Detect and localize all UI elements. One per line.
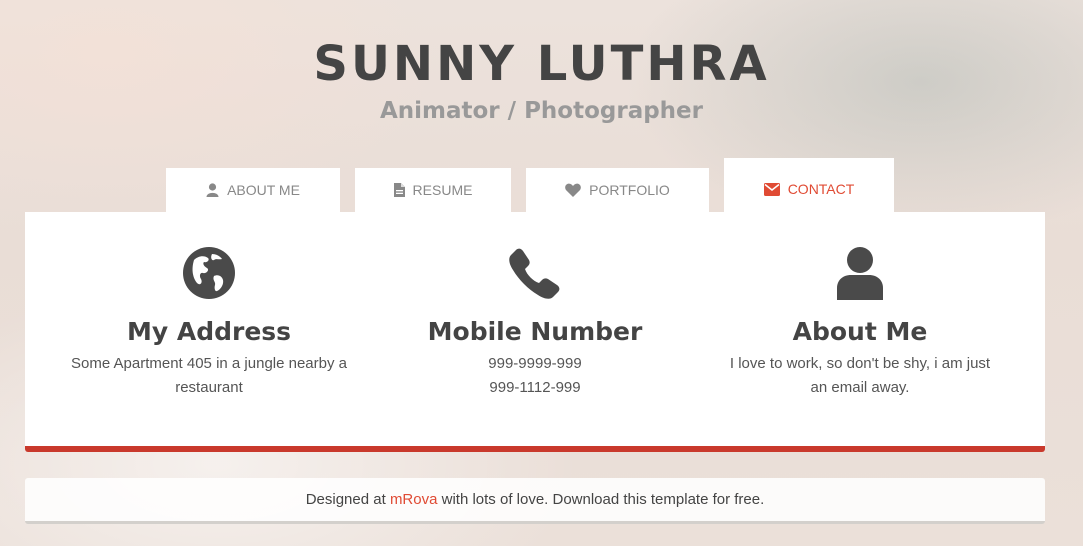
footer-text-before: Designed at: [305, 491, 390, 508]
about-text: I love to work, so don't be shy, i am ju…: [729, 355, 991, 396]
footer-text-after: with lots of love. Download this templat…: [437, 491, 765, 508]
address-heading: My Address: [126, 317, 292, 346]
tab-about-me[interactable]: ABOUT ME: [166, 168, 340, 212]
tab-label: ABOUT ME: [227, 182, 300, 198]
address-text: Some Apartment 405 in a jungle nearby a …: [70, 355, 347, 396]
tab-label: CONTACT: [787, 181, 855, 197]
tab-portfolio[interactable]: PORTFOLIO: [526, 168, 709, 212]
tab-label: RESUME: [412, 182, 473, 198]
phone-number[interactable]: 999-1112-999: [489, 379, 580, 396]
user-icon: [206, 183, 219, 197]
phone-icon: [365, 246, 705, 300]
site-subtitle: Animator / Photographer: [379, 98, 704, 124]
person-icon: [690, 246, 1030, 300]
globe-icon: [39, 246, 379, 300]
mobile-heading: Mobile Number: [427, 317, 643, 346]
tab-contact[interactable]: CONTACT: [724, 158, 894, 214]
envelope-icon: [763, 182, 780, 196]
mrova-link[interactable]: mRova: [390, 491, 438, 508]
phone-number[interactable]: 999-9999-999: [488, 355, 581, 372]
footer: Designed at mRova with lots of love. Dow…: [25, 478, 1045, 524]
mobile-numbers: 999-9999-999 999-1112-999: [395, 352, 675, 400]
heart-icon: [565, 183, 581, 197]
tab-label: PORTFOLIO: [589, 182, 670, 198]
site-name: SUNNY LUTHRA: [313, 36, 770, 92]
tab-resume[interactable]: RESUME: [355, 168, 511, 212]
contact-card: My Address Some Apartment 405 in a jungl…: [25, 212, 1045, 452]
document-icon: [393, 183, 405, 197]
about-heading: About Me: [792, 317, 928, 346]
page-header: SUNNY LUTHRA Animator / Photographer: [0, 36, 1083, 124]
